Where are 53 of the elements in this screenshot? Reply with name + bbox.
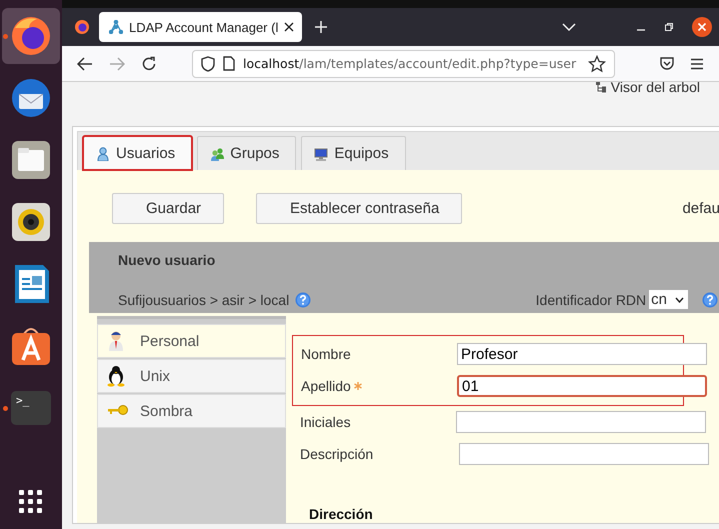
caret-icon bbox=[675, 296, 684, 302]
close-icon[interactable] bbox=[284, 22, 294, 32]
suffix-path: Sufijousuarios > asir > local bbox=[118, 292, 290, 308]
browser-tab[interactable]: LDAP Account Manager (l bbox=[99, 12, 302, 42]
terminal-icon[interactable]: >_ bbox=[11, 391, 51, 425]
text-field[interactable]: Profesor bbox=[457, 343, 707, 365]
back-arrow-icon[interactable] bbox=[77, 56, 93, 70]
app-grid-icon[interactable] bbox=[18, 489, 44, 515]
page-icon bbox=[223, 56, 235, 71]
account-type-tab[interactable]: Equipos bbox=[301, 136, 406, 170]
tree-icon bbox=[594, 82, 607, 93]
tree-view-link[interactable]: Visor del arbol bbox=[610, 82, 700, 95]
network-nodes-icon bbox=[109, 20, 123, 34]
help-icon[interactable] bbox=[295, 292, 312, 308]
firefox-logo-icon[interactable] bbox=[9, 14, 53, 58]
folder-icon[interactable] bbox=[9, 138, 53, 182]
dock-launcher[interactable]: >_ bbox=[2, 380, 60, 436]
person-icon bbox=[96, 146, 110, 160]
account-type-tab[interactable]: Grupos bbox=[197, 136, 296, 170]
text-field[interactable]: 01 bbox=[457, 375, 707, 397]
url-text: localhost/lam/templates/account/edit.php?type=user bbox=[243, 56, 578, 71]
pocket-icon[interactable] bbox=[659, 56, 675, 72]
star-icon[interactable] bbox=[588, 54, 606, 72]
speaker-icon[interactable] bbox=[9, 200, 53, 244]
module-tab[interactable]: Sombra bbox=[97, 394, 286, 428]
text-field[interactable] bbox=[459, 443, 709, 465]
new-tab-icon[interactable] bbox=[314, 20, 328, 34]
section-heading: Dirección bbox=[308, 506, 374, 522]
reload-icon[interactable] bbox=[141, 56, 157, 72]
help-icon[interactable] bbox=[702, 292, 718, 308]
field-label: Iniciales bbox=[300, 414, 351, 430]
account-title: Nuevo usuario bbox=[118, 252, 216, 268]
save-button[interactable]: Guardar bbox=[112, 193, 224, 224]
profile-text: defau bbox=[682, 200, 719, 217]
module-tab[interactable]: Personal bbox=[97, 324, 286, 358]
set-password-button[interactable]: Establecer contraseña bbox=[256, 193, 462, 224]
chevron-down-icon[interactable] bbox=[562, 23, 576, 31]
shield-icon[interactable] bbox=[201, 56, 215, 72]
rdn-label: Identificador RDN bbox=[536, 292, 646, 308]
field-label: Nombre bbox=[301, 346, 351, 362]
rdn-dropdown[interactable]: cn bbox=[649, 290, 688, 309]
account-type-tab[interactable]: Usuarios bbox=[83, 136, 192, 170]
people-icon bbox=[210, 146, 224, 160]
field-label: Descripción bbox=[300, 446, 374, 462]
firefox-logo-icon[interactable] bbox=[74, 19, 90, 35]
text-field[interactable] bbox=[456, 411, 706, 433]
field-label: Apellido bbox=[301, 378, 351, 394]
restore-icon[interactable] bbox=[664, 22, 674, 32]
menu-icon[interactable] bbox=[690, 58, 704, 70]
close-icon[interactable] bbox=[692, 17, 712, 37]
address-bar[interactable]: localhost/lam/templates/account/edit.php?type=user bbox=[192, 50, 615, 78]
module-tab[interactable]: Unix bbox=[97, 359, 286, 393]
monitor-icon bbox=[314, 146, 328, 160]
